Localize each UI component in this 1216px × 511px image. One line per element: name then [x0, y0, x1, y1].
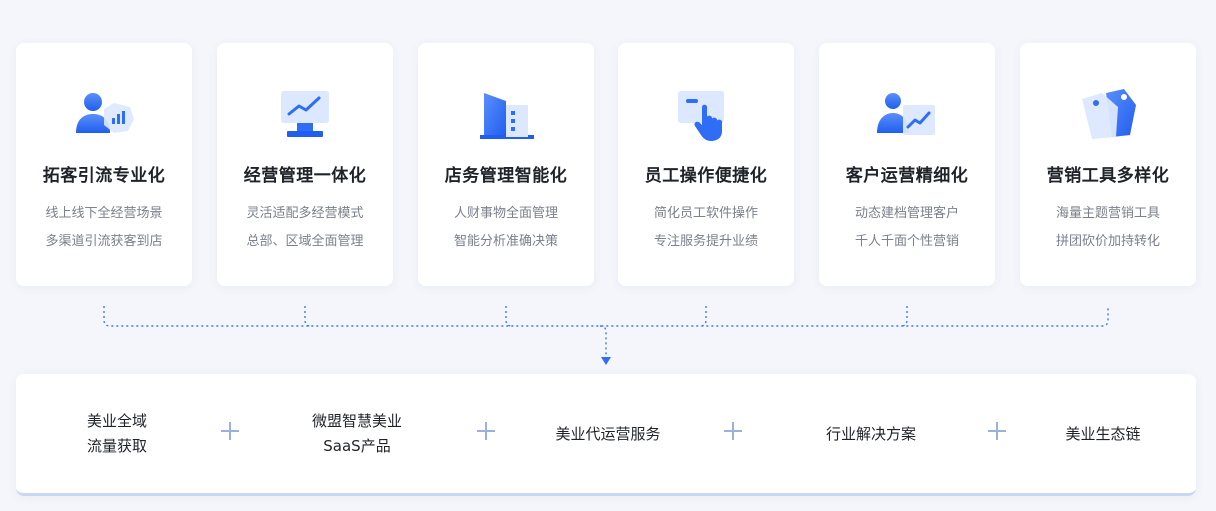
user-chart-icon [76, 93, 134, 133]
service-summary-bar: 美业全域 流量获取 微盟智慧美业 SaaS产品 美业代运营服务 行业解决方案 美… [16, 374, 1196, 496]
feature-card-staff-operation: 员工操作便捷化 简化员工软件操作 专注服务提升业绩 [618, 43, 794, 286]
service-item-operation: 美业代运营服务 [555, 425, 661, 443]
card-title: 店务管理智能化 [444, 166, 568, 186]
feature-card-customer-operation: 客户运营精细化 动态建档管理客户 千人千面个性营销 [819, 43, 995, 286]
card-description-line1: 简化员工软件操作 [653, 206, 758, 221]
card-title: 营销工具多样化 [1046, 166, 1170, 186]
card-description-line1: 灵活适配多经营模式 [246, 206, 364, 221]
service-item-solution: 行业解决方案 [825, 425, 916, 443]
card-description-line2: 智能分析准确决策 [453, 234, 558, 249]
building-icon [480, 93, 534, 139]
plus-icon [986, 420, 1008, 442]
user-trend-icon [877, 93, 935, 135]
hand-click-icon [678, 91, 724, 141]
monitor-chart-icon [281, 91, 329, 137]
card-description-line2: 拼团砍价加持转化 [1055, 234, 1160, 249]
tags-icon [1082, 89, 1136, 139]
service-item-line1: 美业全域 [86, 412, 147, 430]
service-item-line1: 微盟智慧美业 [311, 412, 402, 430]
card-title: 拓客引流专业化 [42, 166, 166, 186]
card-description-line2: 多渠道引流获客到店 [45, 234, 163, 249]
service-item-saas: 微盟智慧美业 SaaS产品 [302, 409, 412, 459]
service-item-traffic: 美业全域 流量获取 [72, 409, 162, 459]
feature-cards: 拓客引流专业化 线上线下全经营场景 多渠道引流获客到店 经营管理一体化 灵活适配… [16, 43, 1196, 286]
feature-card-business-management: 经营管理一体化 灵活适配多经营模式 总部、区域全面管理 [217, 43, 393, 286]
feature-card-marketing-tools: 营销工具多样化 海量主题营销工具 拼团砍价加持转化 [1020, 43, 1196, 286]
card-title: 经营管理一体化 [243, 166, 367, 186]
card-description-line2: 专注服务提升业绩 [653, 234, 758, 249]
card-description-line1: 线上线下全经营场景 [45, 206, 163, 221]
service-item-line2: 流量获取 [86, 437, 147, 455]
card-description-line1: 人财事物全面管理 [453, 206, 558, 221]
service-item-line2: SaaS产品 [323, 437, 391, 455]
card-description-line2: 千人千面个性营销 [854, 234, 959, 249]
feature-card-customer-acquisition: 拓客引流专业化 线上线下全经营场景 多渠道引流获客到店 [16, 43, 192, 286]
feature-card-store-management: 店务管理智能化 人财事物全面管理 智能分析准确决策 [418, 43, 594, 286]
card-title: 员工操作便捷化 [644, 166, 768, 186]
card-description-line1: 动态建档管理客户 [854, 206, 959, 221]
plus-icon [219, 420, 241, 442]
card-description-line2: 总部、区域全面管理 [246, 234, 364, 249]
plus-icon [475, 420, 497, 442]
dotted-connector [103, 306, 1109, 365]
plus-icon [722, 420, 744, 442]
card-description-line1: 海量主题营销工具 [1055, 206, 1160, 221]
arrow-down-icon [601, 357, 611, 365]
card-title: 客户运营精细化 [845, 166, 969, 186]
service-item-ecosystem: 美业生态链 [1065, 425, 1141, 443]
